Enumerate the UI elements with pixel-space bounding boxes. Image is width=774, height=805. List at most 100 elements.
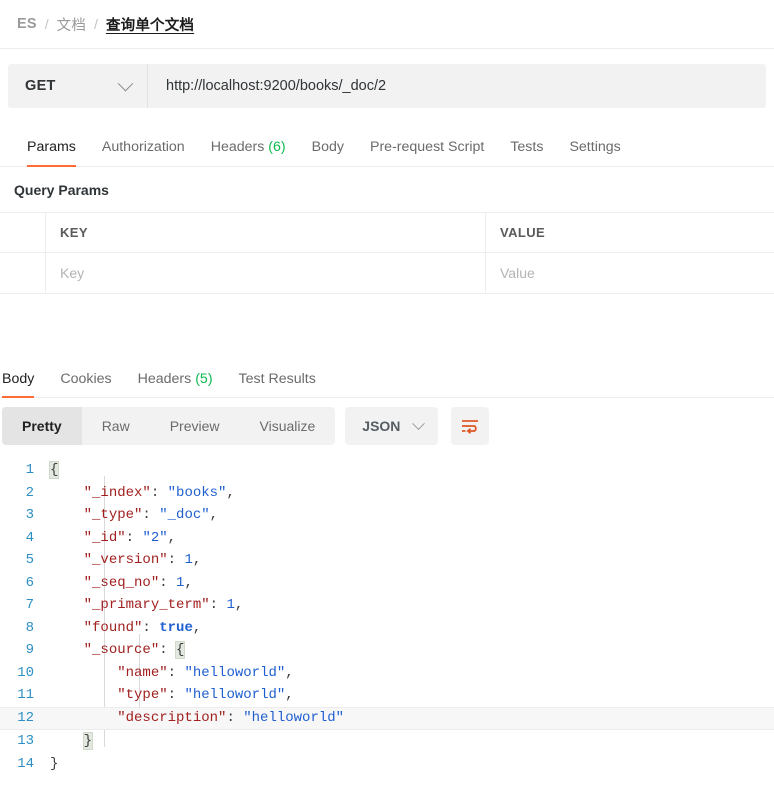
http-method-label: GET — [25, 78, 56, 94]
query-params-table: KEY VALUE Key Value — [0, 212, 774, 294]
response-body-toolbar: Pretty Raw Preview Visualize JSON — [0, 398, 774, 454]
response-tab-body[interactable]: Body — [0, 371, 47, 398]
view-mode-visualize[interactable]: Visualize — [240, 407, 336, 445]
view-mode-preview[interactable]: Preview — [150, 407, 240, 445]
response-tab-test-results[interactable]: Test Results — [226, 371, 329, 397]
line-number: 6 — [25, 574, 34, 591]
param-value-input[interactable]: Value — [486, 253, 774, 293]
line-number: 7 — [25, 597, 34, 613]
tab-label: Cookies — [60, 371, 112, 387]
code-line: 9 "_source": { — [0, 639, 774, 662]
breadcrumb: ES / 文档 / 查询单个文档 — [0, 0, 774, 49]
tab-tests[interactable]: Tests — [497, 139, 556, 166]
view-mode-pretty[interactable]: Pretty — [2, 407, 82, 445]
tab-label: Body — [311, 139, 344, 155]
tab-headers[interactable]: Headers (6) — [198, 139, 299, 166]
code-line: 12 "description": "helloworld" — [0, 706, 774, 730]
tab-body[interactable]: Body — [299, 139, 357, 166]
tab-label: Authorization — [101, 139, 185, 155]
query-params-title: Query Params — [14, 182, 109, 198]
code-line-text: "_id": "2", — [83, 529, 177, 546]
url-input[interactable]: http://localhost:9200/books/_doc/2 — [148, 64, 766, 108]
param-key-input[interactable]: Key — [46, 253, 486, 293]
code-line-text: "_seq_no": 1, — [83, 574, 193, 591]
code-line: 6 "_seq_no": 1, — [0, 572, 774, 595]
tab-label: Headers — [137, 371, 192, 387]
line-number: 1 — [25, 462, 34, 478]
code-line-text: "name": "helloworld", — [117, 664, 294, 681]
tab-label: Pre-request Script — [369, 139, 485, 155]
response-body-json-viewer[interactable]: 1{2 "_index": "books", 3 "_type": "_doc",… — [0, 454, 774, 775]
tab-label: Params — [27, 139, 76, 155]
breadcrumb-item-es[interactable]: ES — [17, 16, 37, 32]
line-number: 3 — [25, 507, 34, 523]
code-line-text: } — [50, 755, 59, 772]
code-line: 4 "_id": "2", — [0, 527, 774, 550]
code-line: 13 } — [0, 730, 774, 753]
request-tabs: Params Authorization Headers (6) Body Pr… — [0, 124, 774, 167]
code-line-text: "description": "helloworld" — [117, 710, 345, 726]
line-number: 9 — [25, 642, 34, 658]
view-mode-segmented-control: Pretty Raw Preview Visualize — [2, 407, 336, 445]
line-number: 13 — [17, 733, 34, 749]
chevron-down-icon — [412, 416, 426, 430]
line-number: 8 — [25, 619, 34, 636]
tab-pre-request-script[interactable]: Pre-request Script — [357, 139, 497, 166]
line-number: 10 — [17, 664, 34, 681]
response-tabs: Body Cookies Headers (5) Test Results — [0, 356, 774, 398]
column-header-value: VALUE — [500, 225, 546, 240]
code-line: 7 "_primary_term": 1, — [0, 594, 774, 617]
table-header-row: KEY VALUE — [0, 213, 774, 253]
tab-label: Body — [2, 371, 35, 387]
response-tab-headers[interactable]: Headers (5) — [125, 371, 226, 397]
row-checkbox-cell[interactable] — [0, 253, 46, 293]
code-line-text: } — [82, 732, 94, 750]
chevron-down-icon — [117, 75, 134, 91]
tab-label: Tests — [510, 139, 544, 155]
tab-settings[interactable]: Settings — [556, 139, 633, 166]
tab-label: Settings — [569, 139, 621, 155]
tab-authorization[interactable]: Authorization — [89, 139, 198, 166]
code-line-text: "_source": { — [83, 641, 186, 659]
response-format-label: JSON — [362, 418, 401, 434]
view-mode-raw[interactable]: Raw — [82, 407, 150, 445]
line-number: 4 — [25, 529, 34, 546]
response-tab-cookies[interactable]: Cookies — [47, 371, 124, 397]
code-line: 2 "_index": "books", — [0, 482, 774, 505]
breadcrumb-separator: / — [44, 16, 49, 32]
code-line-text: "found": true, — [83, 619, 202, 636]
breadcrumb-separator: / — [94, 16, 98, 32]
line-number: 12 — [17, 710, 34, 726]
request-url-bar: GET http://localhost:9200/books/_doc/2 — [8, 64, 766, 108]
line-number: 2 — [25, 484, 34, 501]
code-line-text: "_version": 1, — [83, 552, 202, 568]
tab-headers-count: (6) — [268, 139, 286, 155]
code-line: 10 "name": "helloworld", — [0, 662, 774, 685]
tab-label: Headers — [210, 139, 265, 155]
tab-params[interactable]: Params — [14, 139, 89, 167]
word-wrap-button[interactable] — [451, 407, 490, 445]
word-wrap-icon — [462, 420, 479, 434]
code-line: 8 "found": true, — [0, 617, 774, 640]
tab-label: Test Results — [238, 371, 316, 387]
code-line: 5 "_version": 1, — [0, 549, 774, 572]
code-line: 14} — [0, 753, 774, 776]
breadcrumb-item-folder[interactable]: 文档 — [57, 14, 86, 35]
code-line: 11 "type": "helloworld", — [0, 684, 774, 707]
code-line-text: "_type": "_doc", — [83, 507, 219, 523]
response-headers-count: (5) — [195, 371, 213, 387]
code-line: 3 "_type": "_doc", — [0, 504, 774, 527]
http-method-dropdown[interactable]: GET — [8, 64, 148, 108]
breadcrumb-item-current: 查询单个文档 — [105, 17, 195, 34]
table-row: Key Value — [0, 253, 774, 293]
code-line-text: "_primary_term": 1, — [83, 597, 244, 613]
select-all-checkbox-cell[interactable] — [0, 213, 46, 252]
line-number: 5 — [25, 552, 34, 568]
response-format-dropdown[interactable]: JSON — [345, 407, 439, 445]
code-line-text: "type": "helloworld", — [117, 687, 294, 703]
line-number: 11 — [17, 687, 34, 703]
code-line-text: { — [48, 461, 60, 479]
code-line: 1{ — [0, 459, 774, 482]
code-line-text: "_index": "books", — [83, 484, 235, 501]
column-header-key: KEY — [46, 213, 486, 252]
